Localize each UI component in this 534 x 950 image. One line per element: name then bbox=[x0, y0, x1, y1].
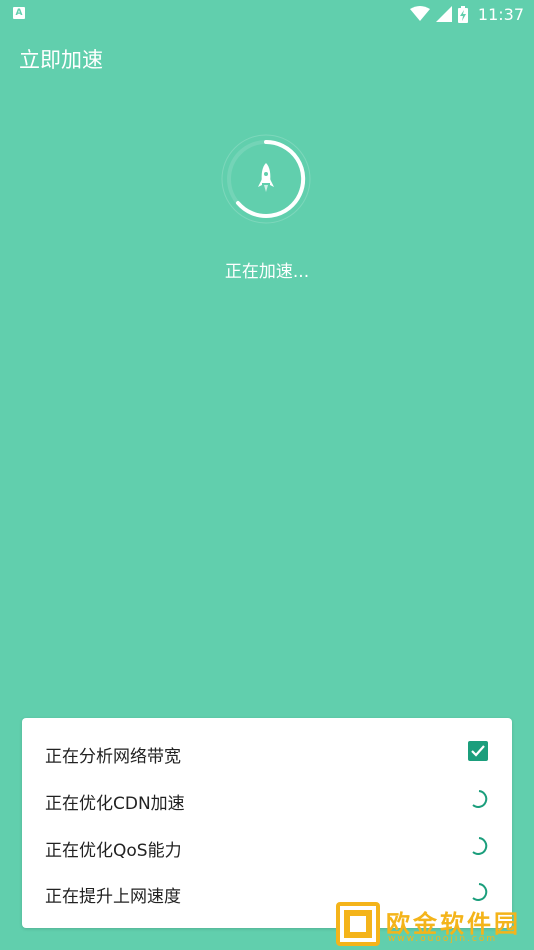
task-label: 正在优化QoS能力 bbox=[45, 841, 182, 861]
task-label: 正在分析网络带宽 bbox=[45, 747, 181, 767]
rocket-icon bbox=[258, 163, 274, 192]
loading-spinner-icon bbox=[468, 881, 490, 903]
loading-spinner-icon bbox=[468, 835, 490, 857]
progress-arc bbox=[236, 139, 306, 218]
task-label: 正在优化CDN加速 bbox=[45, 794, 185, 814]
task-item: 正在分析网络带宽 bbox=[22, 730, 512, 776]
status-time: 11:37 bbox=[477, 4, 524, 24]
checkbox-checked-icon bbox=[468, 741, 490, 763]
status-message: 正在加速... bbox=[224, 262, 310, 282]
page-title: 立即加速 bbox=[19, 48, 103, 72]
status-bar: A 11:37 bbox=[0, 0, 534, 28]
wifi-icon bbox=[409, 6, 430, 21]
task-item: 正在优化CDN加速 bbox=[22, 777, 512, 823]
notification-icon: A bbox=[13, 7, 25, 19]
watermark: 欧金软件园 www.ouoojin.com bbox=[336, 902, 526, 948]
acceleration-progress bbox=[221, 134, 311, 224]
status-icons: 11:37 bbox=[409, 3, 524, 25]
battery-icon bbox=[457, 5, 468, 23]
task-item: 正在优化QoS能力 bbox=[22, 824, 512, 870]
signal-icon bbox=[435, 6, 452, 22]
task-card: 正在分析网络带宽 正在优化CDN加速 正在优化QoS能力 正在提升上网速度 bbox=[22, 718, 512, 928]
watermark-url: www.ouoojin.com bbox=[388, 934, 498, 944]
watermark-logo-icon bbox=[336, 902, 380, 946]
task-label: 正在提升上网速度 bbox=[45, 887, 181, 907]
loading-spinner-icon bbox=[468, 788, 490, 810]
